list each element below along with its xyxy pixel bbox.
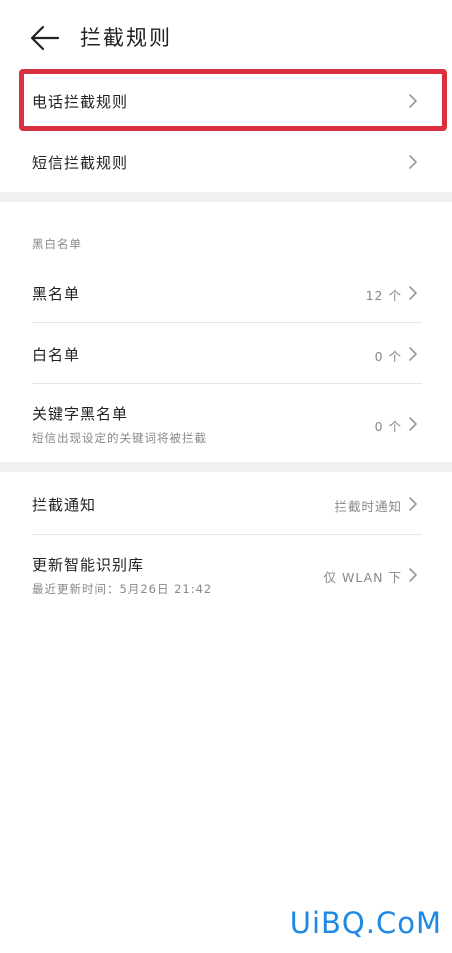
keyword-blacklist-count: 0 个 bbox=[374, 419, 402, 434]
section-gap bbox=[0, 192, 452, 202]
sms-rules-label: 短信拦截规则 bbox=[32, 154, 129, 172]
chevron-right-icon bbox=[409, 568, 417, 582]
chevron-right-icon bbox=[409, 347, 417, 361]
whitelist-count: 0 个 bbox=[374, 349, 402, 364]
update-library-item[interactable]: 更新智能识别库 最近更新时间：5月26日 21:42 仅 WLAN 下 bbox=[0, 535, 452, 613]
intercept-notification-value: 拦截时通知 bbox=[334, 499, 402, 514]
chevron-right-icon bbox=[409, 155, 417, 169]
blacklist-count: 12 个 bbox=[365, 288, 402, 303]
update-library-value: 仅 WLAN 下 bbox=[323, 570, 402, 585]
back-arrow-icon[interactable] bbox=[30, 24, 60, 52]
whitelist-item[interactable]: 白名单 0 个 bbox=[0, 323, 452, 383]
sms-rules-item[interactable]: 短信拦截规则 bbox=[0, 132, 452, 192]
blacklist-label: 黑名单 bbox=[32, 285, 81, 303]
update-library-label: 更新智能识别库 bbox=[32, 556, 145, 574]
chevron-right-icon bbox=[409, 417, 417, 431]
blacklist-item[interactable]: 黑名单 12 个 bbox=[0, 262, 452, 322]
chevron-right-icon bbox=[409, 286, 417, 300]
keyword-blacklist-item[interactable]: 关键字黑名单 短信出现设定的关键词将被拦截 0 个 bbox=[0, 384, 452, 462]
section-title-lists: 黑白名单 bbox=[32, 237, 82, 251]
section-gap bbox=[0, 462, 452, 472]
header: 拦截规则 bbox=[0, 0, 452, 70]
highlight-box bbox=[19, 69, 447, 131]
intercept-notification-label: 拦截通知 bbox=[32, 496, 97, 514]
update-library-subtitle: 最近更新时间：5月26日 21:42 bbox=[32, 582, 213, 596]
watermark: UiBQ.CoM bbox=[289, 906, 442, 940]
chevron-right-icon bbox=[409, 497, 417, 511]
keyword-blacklist-subtitle: 短信出现设定的关键词将被拦截 bbox=[32, 431, 207, 445]
keyword-blacklist-label: 关键字黑名单 bbox=[32, 405, 129, 423]
intercept-notification-item[interactable]: 拦截通知 拦截时通知 bbox=[0, 472, 452, 534]
whitelist-label: 白名单 bbox=[32, 346, 81, 364]
page-title: 拦截规则 bbox=[80, 26, 172, 50]
